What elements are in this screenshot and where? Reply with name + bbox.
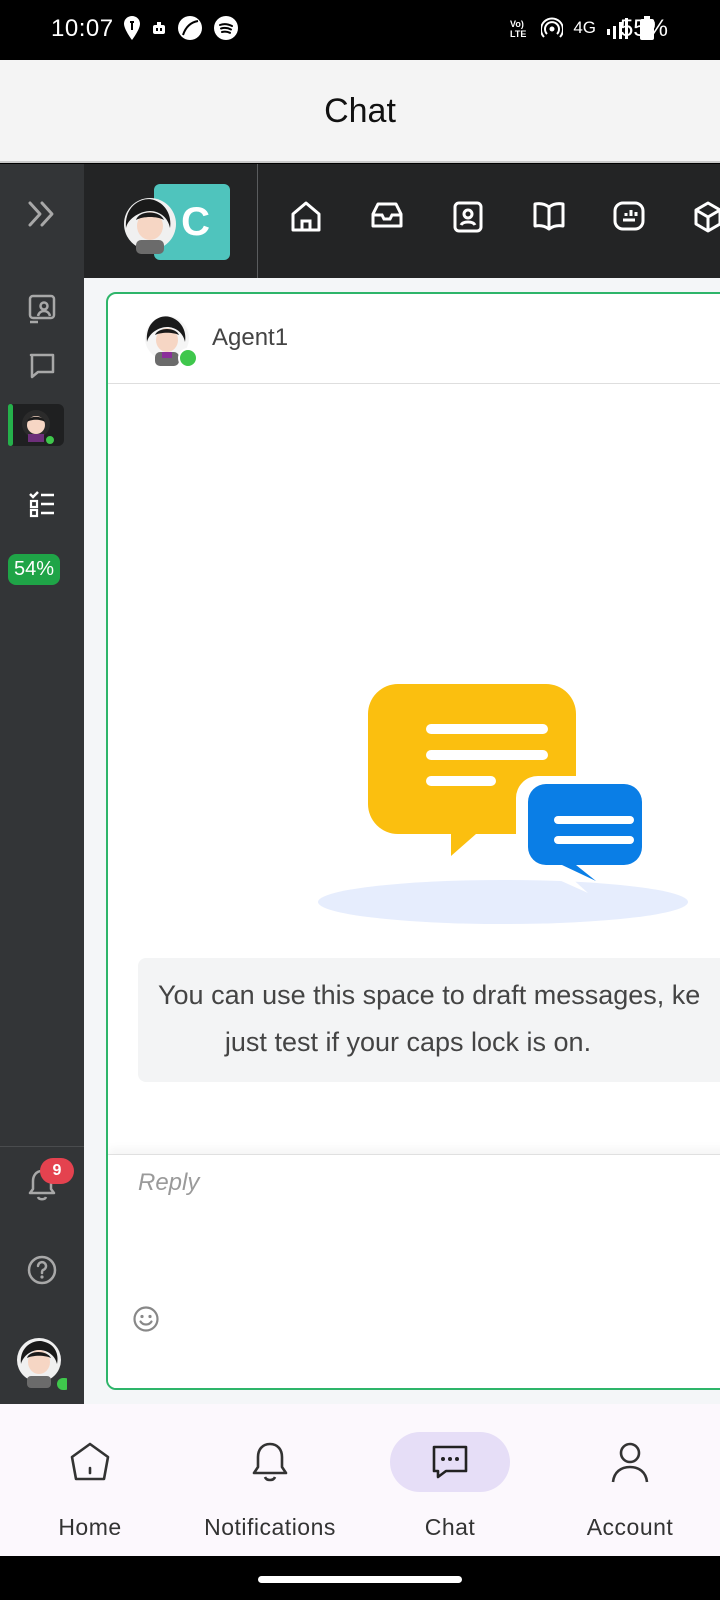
workspace-switcher[interactable]: C xyxy=(84,164,258,278)
progress-value: 54% xyxy=(14,558,55,580)
volte-icon: Vo)LTE xyxy=(510,19,526,38)
nav-notifications-label: Notifications xyxy=(204,1514,336,1540)
profile-button[interactable] xyxy=(0,1334,84,1390)
agent-name: Agent1 xyxy=(212,324,289,351)
nav-chat[interactable]: Chat xyxy=(360,1404,540,1556)
draft-hint-message: You can use this space to draft messages… xyxy=(138,958,720,1082)
account-icon xyxy=(611,1442,649,1483)
left-sidebar: 54% 9 xyxy=(0,164,84,1404)
agent-online-dot xyxy=(178,348,198,368)
emoji-icon[interactable] xyxy=(132,1305,160,1333)
help-icon xyxy=(27,1255,57,1285)
contacts-icon xyxy=(28,294,56,324)
status-time: 10:07 xyxy=(51,15,114,42)
spotify-icon xyxy=(214,16,238,40)
contacts-button[interactable] xyxy=(0,294,84,324)
status-bar: 10:07 Vo) LTE 4G 55% xyxy=(0,0,720,60)
help-button[interactable] xyxy=(0,1254,84,1286)
package-icon[interactable] xyxy=(694,200,720,234)
nav-notifications[interactable]: Notifications xyxy=(180,1404,360,1556)
conversations-button[interactable] xyxy=(0,352,84,380)
onboarding-progress-badge[interactable]: 54% xyxy=(8,554,61,585)
conversations-icon xyxy=(29,353,55,379)
leaf-icon xyxy=(178,16,202,40)
reply-input[interactable] xyxy=(138,1169,698,1197)
knowledge-book-icon[interactable] xyxy=(532,200,566,232)
nav-home-label: Home xyxy=(58,1514,122,1540)
nav-home[interactable]: Home xyxy=(0,1404,180,1556)
home-icon xyxy=(70,1442,110,1481)
home-gesture-handle[interactable] xyxy=(258,1576,462,1583)
chat-content: Agent1 You can use this space to draft m… xyxy=(84,278,720,1404)
chat-header: Agent1 xyxy=(108,294,720,384)
nav-account[interactable]: Account xyxy=(540,1404,720,1556)
chat-icon xyxy=(432,1445,468,1479)
expand-sidebar-button[interactable] xyxy=(0,200,84,228)
app-notif-icon xyxy=(153,22,165,34)
bell-icon xyxy=(252,1442,288,1482)
maps-pin-icon xyxy=(124,16,140,40)
battery-percent: 55% xyxy=(619,15,668,42)
nav-chat-label: Chat xyxy=(424,1514,476,1540)
sidebar-divider xyxy=(0,1146,84,1147)
top-toolbar: C xyxy=(84,164,720,278)
hotspot-icon xyxy=(541,17,564,38)
active-indicator xyxy=(8,404,13,446)
contacts-book-icon[interactable] xyxy=(452,200,484,234)
nav-account-label: Account xyxy=(586,1514,674,1540)
online-status-dot xyxy=(44,434,56,446)
tasks-button[interactable] xyxy=(0,490,84,518)
home-icon[interactable] xyxy=(290,200,322,234)
svg-text:LTE: LTE xyxy=(510,29,526,38)
notification-count-badge: 9 xyxy=(40,1158,74,1184)
hint-line-1: You can use this space to draft messages… xyxy=(158,980,701,1010)
reports-icon[interactable] xyxy=(612,200,646,232)
chat-panel: Agent1 You can use this space to draft m… xyxy=(106,292,720,1390)
bottom-navigation: Home Notifications Chat Account xyxy=(0,1404,720,1556)
page-title: Chat xyxy=(324,92,396,130)
svg-text:Vo): Vo) xyxy=(510,19,524,29)
system-gesture-bar xyxy=(0,1556,720,1600)
user-avatar xyxy=(17,1338,67,1390)
double-chevron-right-icon xyxy=(28,201,54,227)
reply-composer xyxy=(108,1154,720,1388)
workspace-user-avatar xyxy=(124,198,176,254)
hint-line-2: just test if your caps lock is on. xyxy=(224,1027,592,1057)
inbox-icon[interactable] xyxy=(370,200,404,230)
app-bar: Chat xyxy=(0,60,720,163)
active-conversation-item[interactable] xyxy=(8,404,64,446)
nav-chat-active-pill xyxy=(390,1432,510,1492)
network-type: 4G xyxy=(573,18,596,37)
checklist-icon xyxy=(29,491,54,518)
chat-bubbles-illustration xyxy=(318,684,688,924)
